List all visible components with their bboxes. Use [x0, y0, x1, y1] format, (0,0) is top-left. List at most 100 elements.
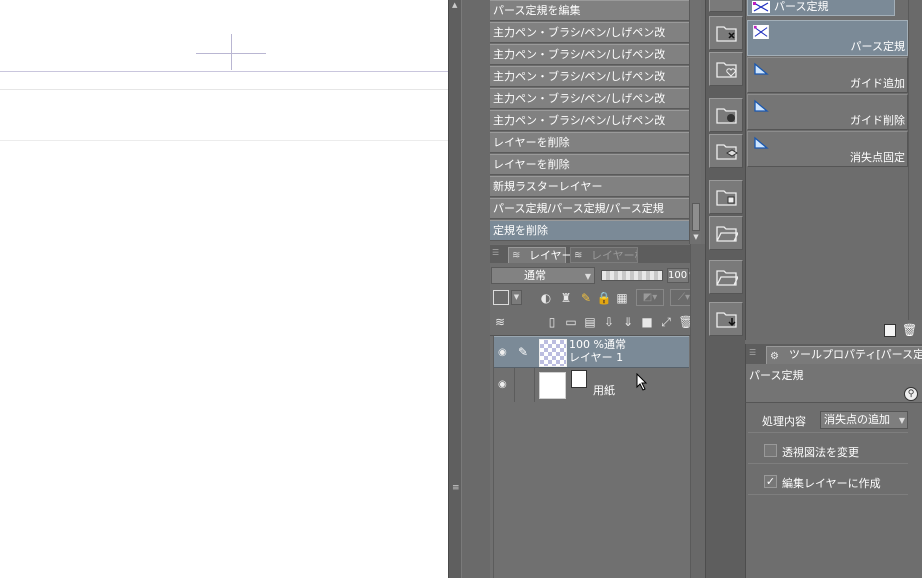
history-item[interactable]: 主力ペン・ブラシ/ペン/しげペン改 — [490, 88, 689, 109]
history-item[interactable]: パース定規を編集 — [490, 0, 689, 21]
tool-group-folder-cube[interactable] — [709, 180, 743, 214]
grip-icon[interactable]: ≡ — [452, 484, 460, 493]
create-on-edit-layer-checkbox[interactable]: ✓ — [764, 475, 777, 488]
new-vector-layer-icon[interactable]: ▭ — [563, 314, 579, 330]
collapse-arrow-icon[interactable]: ▲ — [452, 2, 459, 9]
history-item[interactable]: 主力ペン・ブラシ/ペン/しげペン改 — [490, 44, 689, 65]
process-row: 処理内容 消失点の追加 ▼ — [748, 407, 908, 433]
mask-add-icon[interactable]: ■ — [639, 314, 655, 330]
tool-group-folder-heart[interactable] — [709, 52, 743, 86]
magnifier-icon[interactable]: ⚲ — [904, 387, 918, 401]
layer-thumbnail — [539, 339, 567, 367]
sub-tool-label: パース定規 — [850, 40, 905, 53]
layer-name: レイヤー 1 — [569, 351, 624, 364]
new-folder-icon[interactable]: ▤ — [582, 314, 598, 330]
tool-group-folder-open-2[interactable] — [709, 260, 743, 294]
option-row: 透視図法を変更 — [748, 438, 908, 464]
folder-layers-icon — [716, 144, 738, 160]
layers-icon: ≋ — [512, 250, 521, 261]
tab-label: レイヤー — [529, 249, 573, 262]
tool-property-header: パース定規 ⚲ — [745, 364, 922, 402]
paper-thumbnail — [539, 372, 566, 399]
history-item[interactable]: レイヤーを削除 — [490, 132, 689, 153]
canvas-divider — [0, 140, 448, 141]
tool-group-column — [705, 0, 745, 578]
lock-transparent-icon[interactable]: ▦ — [614, 290, 630, 306]
layer-list: ◉ ✎ 100 %通常 レイヤー 1 ◉ 用紙 — [490, 335, 690, 578]
sub-tool-fix-vanishing-point[interactable]: 消失点固定 — [747, 131, 908, 167]
panel-gutter — [462, 0, 490, 578]
sub-tool-label: 消失点固定 — [850, 151, 905, 164]
new-sub-tool-icon[interactable] — [884, 324, 896, 337]
ruler-add-icon[interactable]: ⤢ — [658, 314, 674, 330]
scroll-thumb[interactable] — [692, 203, 700, 231]
tab-layer[interactable]: ≋ レイヤー — [508, 247, 573, 263]
perspective-ruler-icon — [752, 1, 770, 13]
new-raster-layer-icon[interactable]: ▯ — [544, 314, 560, 330]
clip-icon[interactable]: ◐ — [538, 290, 554, 306]
history-scrollbar[interactable]: ▼ — [689, 0, 701, 244]
folder-brush-icon — [716, 108, 737, 124]
tool-property-body: 処理内容 消失点の追加 ▼ 透視図法を変更 ✓ 編集レイヤーに作成 — [745, 402, 922, 578]
layers-menu-icon[interactable]: ≋ — [492, 314, 508, 330]
draft-icon[interactable]: ✎ — [578, 290, 594, 306]
scroll-down-icon[interactable]: ▼ — [691, 233, 701, 242]
tool-group-folder-layers[interactable] — [709, 134, 743, 168]
set-square-icon — [754, 136, 769, 149]
panel-splitter[interactable]: ▲ ≡ — [448, 0, 462, 578]
layer-property-row: ▼ ◐ ♜ ✎ 🔒 ▦ ◩▾ ⟋▾ — [490, 287, 700, 309]
panel-menu-icon[interactable]: ☰ — [749, 348, 756, 357]
mask-button[interactable]: ◩▾ — [636, 289, 664, 306]
tool-group-folder-open[interactable] — [709, 216, 743, 250]
panel-menu-icon[interactable]: ☰ — [492, 248, 504, 260]
history-item[interactable]: 主力ペン・ブラシ/ペン/しげペン改 — [490, 66, 689, 87]
lock-icon[interactable]: 🔒 — [596, 290, 612, 306]
merge-down-icon[interactable]: ⇓ — [620, 314, 636, 330]
tool-group-folder-import[interactable] — [709, 302, 743, 336]
history-item[interactable]: 新規ラスターレイヤー — [490, 176, 689, 197]
chevron-down-icon[interactable]: ▼ — [511, 290, 522, 305]
tool-group-button[interactable] — [709, 0, 743, 12]
layer-name: 用紙 — [593, 384, 615, 397]
folder-open-icon — [716, 226, 738, 242]
transfer-down-icon[interactable]: ⇩ — [601, 314, 617, 330]
folder-open-icon — [716, 270, 738, 286]
set-square-icon — [754, 62, 769, 75]
delete-sub-tool-icon[interactable]: 🗑 — [902, 323, 917, 338]
layer-row-selected[interactable]: ◉ ✎ 100 %通常 レイヤー 1 — [494, 336, 689, 368]
process-value: 消失点の追加 — [824, 413, 890, 426]
sub-tool-delete-guide[interactable]: ガイド削除 — [747, 94, 908, 130]
blend-mode-select[interactable]: 通常 ▼ — [491, 267, 595, 284]
folder-icon — [716, 26, 737, 42]
history-item[interactable]: パース定規/パース定規/パース定規 — [490, 198, 689, 219]
chevron-down-icon: ▼ — [584, 272, 591, 281]
history-item[interactable]: 主力ペン・ブラシ/ペン/しげペン改 — [490, 22, 689, 43]
tab-tool-property[interactable]: ⚙ ツールプロパティ[パース定規] — [766, 346, 922, 364]
reference-icon[interactable]: ♜ — [558, 290, 574, 306]
history-item[interactable]: レイヤーを削除 — [490, 154, 689, 175]
history-item[interactable]: 主力ペン・ブラシ/ペン/しげペン改 — [490, 110, 689, 131]
chevron-down-icon: ▼ — [898, 416, 905, 425]
sub-tool-label: ガイド削除 — [850, 114, 905, 127]
set-square-icon — [754, 99, 769, 112]
sub-tool-group-header[interactable]: パース定規 — [747, 0, 895, 16]
tool-property-title: パース定規 — [749, 369, 804, 382]
process-select[interactable]: 消失点の追加 ▼ — [820, 411, 908, 429]
history-item-selected[interactable]: 定規を削除 — [490, 220, 689, 241]
opacity-slider[interactable] — [601, 270, 663, 281]
layer-row[interactable]: ◉ 用紙 — [494, 369, 689, 401]
drawing-canvas[interactable] — [0, 0, 448, 578]
sub-tool-scrollbar[interactable] — [908, 0, 922, 320]
layer-color-swatch[interactable] — [493, 290, 509, 305]
tool-group-folder-dots[interactable] — [709, 98, 743, 132]
eye-icon[interactable]: ◉ — [498, 379, 512, 391]
sub-tool-perspective-ruler[interactable]: パース定規 — [747, 20, 908, 56]
pen-icon: ✎ — [518, 345, 529, 359]
change-perspective-checkbox[interactable] — [764, 444, 777, 457]
opacity-value[interactable]: 100 — [667, 268, 689, 283]
tool-group-folder-x[interactable] — [709, 16, 743, 50]
vanishing-point-cross-v[interactable] — [231, 34, 232, 70]
sub-tool-add-guide[interactable]: ガイド追加 — [747, 57, 908, 93]
eye-icon[interactable]: ◉ — [498, 347, 512, 359]
tab-layer-search[interactable]: ≋ レイヤー検索 — [570, 247, 638, 263]
